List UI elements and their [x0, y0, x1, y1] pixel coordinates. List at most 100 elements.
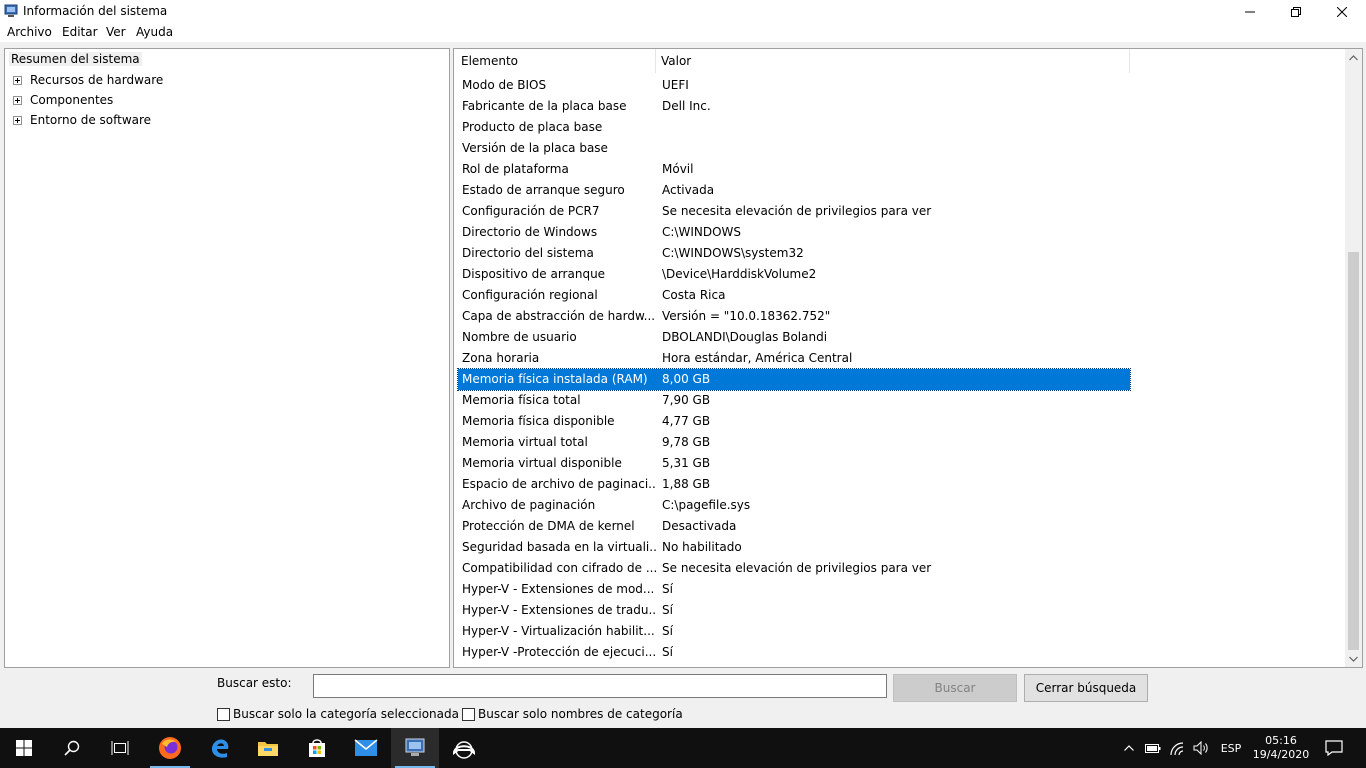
menu-archivo[interactable]: Archivo [7, 25, 52, 39]
list-header: Elemento Valor [454, 49, 1130, 73]
menu-editar[interactable]: Editar [62, 25, 98, 39]
column-header-element[interactable]: Elemento [461, 54, 518, 68]
table-row[interactable]: Memoria física disponible 4,77 GB [458, 411, 1130, 432]
table-row[interactable]: Estado de arranque seguro Activada [458, 180, 1130, 201]
cell-element: Seguridad basada en la virtuali... [462, 540, 656, 554]
checkbox[interactable] [462, 707, 475, 721]
vertical-scrollbar[interactable] [1345, 49, 1362, 667]
maximize-button[interactable] [1273, 0, 1319, 24]
table-row[interactable]: Versión de la placa base [458, 138, 1130, 159]
cell-value: Hora estándar, América Central [662, 351, 853, 365]
search-button[interactable]: Buscar [893, 674, 1017, 702]
expand-icon[interactable] [13, 115, 22, 125]
table-row[interactable]: Capa de abstracción de hardw... Versión =… [458, 306, 1130, 327]
table-row[interactable]: Zona horaria Hora estándar, América Centr… [458, 348, 1130, 369]
xbox-taskbar-button[interactable] [440, 728, 488, 768]
table-row[interactable]: Configuración regional Costa Rica [458, 285, 1130, 306]
expand-icon[interactable] [13, 75, 22, 85]
cell-value: Se necesita elevación de privilegios par… [662, 561, 932, 575]
category-tree[interactable]: Resumen del sistema Recursos de hardware… [4, 48, 450, 668]
table-row[interactable]: Hyper-V -Protección de ejecuci... Sí [458, 642, 1130, 663]
cell-value: Se necesita elevación de privilegios par… [662, 204, 932, 218]
mail-icon [354, 739, 378, 756]
table-row[interactable]: Hyper-V - Virtualización habilit... Sí [458, 621, 1130, 642]
search-taskbar-button[interactable] [48, 728, 96, 768]
search-icon [64, 740, 80, 756]
expand-icon[interactable] [13, 95, 22, 105]
scroll-thumb[interactable] [1348, 252, 1359, 650]
system-information-icon [4, 4, 18, 17]
tree-item-components[interactable]: Componentes [13, 92, 113, 108]
cell-element: Configuración de PCR7 [462, 204, 600, 218]
show-hidden-icons-button[interactable] [1118, 728, 1140, 768]
start-button[interactable] [0, 728, 48, 768]
table-row[interactable]: Rol de plataforma Móvil [458, 159, 1130, 180]
firefox-taskbar-button[interactable] [146, 728, 194, 768]
close-button[interactable] [1319, 0, 1365, 24]
menu-ayuda[interactable]: Ayuda [136, 25, 173, 39]
system-information-taskbar-button[interactable] [391, 728, 439, 768]
table-row[interactable]: Protección de DMA de kernel Desactivada [458, 516, 1130, 537]
table-row[interactable]: Fabricante de la placa base Dell Inc. [458, 96, 1130, 117]
minimize-button[interactable] [1227, 0, 1273, 24]
checkbox[interactable] [217, 707, 230, 721]
table-row[interactable]: Hyper-V - Extensiones de tradu... Sí [458, 600, 1130, 621]
clock[interactable]: 05:16 19/4/2020 [1250, 728, 1312, 768]
column-header-value[interactable]: Valor [661, 54, 691, 68]
cell-value: Activada [662, 183, 715, 197]
table-row[interactable]: Directorio de Windows C:\WINDOWS [458, 222, 1130, 243]
cell-value: No habilitado [662, 540, 742, 554]
table-row[interactable]: Nombre de usuario DBOLANDI\Douglas Boland… [458, 327, 1130, 348]
cell-element: Memoria física disponible [462, 414, 615, 428]
task-view-button[interactable] [96, 728, 144, 768]
table-row[interactable]: Modo de BIOS UEFI [458, 75, 1130, 96]
menu-ver[interactable]: Ver [106, 25, 126, 39]
file-explorer-taskbar-button[interactable] [244, 728, 292, 768]
cell-value: Sí [662, 603, 673, 617]
tree-item-hardware-resources[interactable]: Recursos de hardware [13, 72, 163, 88]
mail-taskbar-button[interactable] [342, 728, 390, 768]
battery-tray-icon-button[interactable] [1142, 728, 1164, 768]
cell-value: Desactivada [662, 519, 737, 533]
table-row[interactable]: Dispositivo de arranque \Device\HarddiskV… [458, 264, 1130, 285]
table-row[interactable]: Directorio del sistema C:\WINDOWS\system3… [458, 243, 1130, 264]
task-view-icon [111, 741, 129, 755]
input-language-indicator[interactable]: ESP [1214, 728, 1248, 768]
table-row[interactable]: Archivo de paginación C:\pagefile.sys [458, 495, 1130, 516]
search-input[interactable] [313, 674, 887, 698]
network-tray-icon-button[interactable] [1166, 728, 1190, 768]
table-row[interactable]: Compatibilidad con cifrado de ... Se nece… [458, 558, 1130, 579]
cell-element: Memoria virtual disponible [462, 456, 622, 470]
edge-taskbar-button[interactable] [196, 728, 244, 768]
scroll-up-button[interactable] [1345, 49, 1362, 66]
volume-tray-icon-button[interactable] [1190, 728, 1212, 768]
wifi-icon [1170, 741, 1184, 755]
search-category-names-option[interactable]: Buscar solo nombres de categoría [462, 707, 683, 721]
cell-value: 7,90 GB [662, 393, 711, 407]
tree-item-system-summary[interactable]: Resumen del sistema [9, 52, 142, 66]
edge-icon [212, 739, 229, 758]
tree-item-software-environment[interactable]: Entorno de software [13, 112, 151, 128]
cell-value: Costa Rica [662, 288, 726, 302]
scroll-down-button[interactable] [1345, 650, 1362, 667]
cell-value: Sí [662, 645, 673, 659]
column-divider[interactable] [655, 49, 656, 73]
table-row[interactable]: Seguridad basada en la virtuali... No hab… [458, 537, 1130, 558]
search-selected-category-option[interactable]: Buscar solo la categoría seleccionada [217, 707, 459, 721]
table-row[interactable]: Espacio de archivo de paginaci... 1,88 GB [458, 474, 1130, 495]
cell-value: Sí [662, 582, 673, 596]
table-row[interactable]: Memoria física instalada (RAM) 8,00 GB [457, 368, 1131, 391]
details-list[interactable]: Elemento Valor Modo de BIOS UEFI Fabricant… [453, 48, 1363, 668]
table-row[interactable]: Configuración de PCR7 Se necesita elevaci… [458, 201, 1130, 222]
table-row[interactable]: Memoria virtual disponible 5,31 GB [458, 453, 1130, 474]
table-row[interactable]: Producto de placa base [458, 117, 1130, 138]
table-row[interactable]: Memoria virtual total 9,78 GB [458, 432, 1130, 453]
store-taskbar-button[interactable] [293, 728, 341, 768]
speaker-icon [1193, 741, 1208, 755]
table-row[interactable]: Memoria física total 7,90 GB [458, 390, 1130, 411]
cell-element: Hyper-V - Virtualización habilit... [462, 624, 655, 638]
action-center-button[interactable] [1316, 728, 1352, 768]
close-search-button[interactable]: Cerrar búsqueda [1024, 674, 1148, 702]
column-divider[interactable] [1129, 49, 1130, 73]
table-row[interactable]: Hyper-V - Extensiones de mod... Sí [458, 579, 1130, 600]
